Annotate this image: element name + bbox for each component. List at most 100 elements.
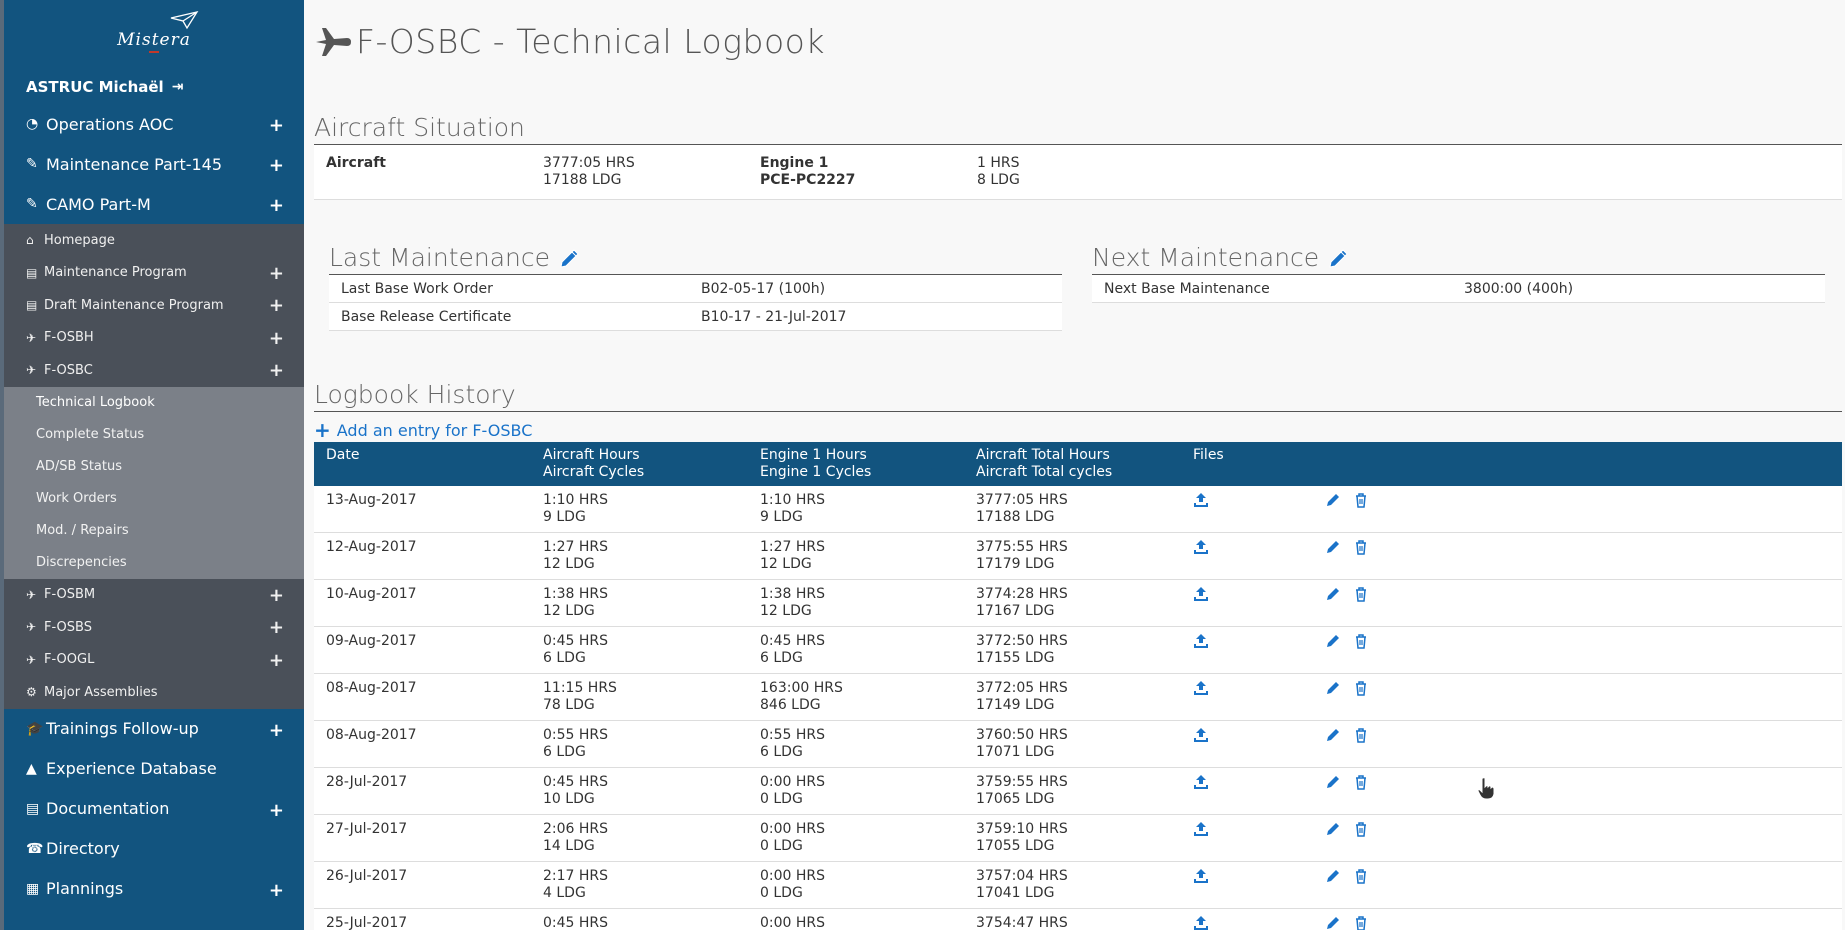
camo-submenu: ⌂ Homepage ▤ Maintenance Program + ▤ Draft Mai…	[4, 224, 304, 709]
upload-icon[interactable]	[1193, 727, 1209, 748]
maintenance-value: B02-05-17 (100h)	[701, 280, 826, 297]
cell-files	[1181, 579, 1313, 627]
upload-icon[interactable]	[1193, 915, 1209, 930]
aircraft-menu-item-complete-status[interactable]: Complete Status	[4, 419, 304, 451]
pencil-icon[interactable]	[1325, 633, 1341, 654]
aircraft-hours: 3777:05 HRS	[543, 155, 635, 171]
submenu-item-f-osbs[interactable]: ✈ F-OSBS +	[4, 611, 304, 644]
expand-icon[interactable]: +	[269, 619, 284, 637]
page-title: F-OSBC - Technical Logbook	[314, 22, 825, 61]
cell-engine: 0:45 HRS 6 LDG	[748, 626, 964, 674]
expand-icon[interactable]: +	[269, 801, 284, 820]
aircraft-menu-item-work-orders[interactable]: Work Orders	[4, 483, 304, 515]
cell-date: 26-Jul-2017	[314, 861, 531, 909]
expand-icon[interactable]: +	[269, 264, 284, 283]
engine-ldg: 8 LDG	[977, 172, 1020, 188]
expand-icon[interactable]: +	[269, 117, 284, 135]
expand-icon[interactable]: +	[269, 157, 284, 175]
sidebar-item-experience-database[interactable]: ▲ Experience Database	[4, 749, 304, 789]
pencil-icon[interactable]	[1325, 821, 1341, 842]
submenu-item-label: F-OSBC	[44, 362, 93, 378]
sidebar-item-camo-part-m[interactable]: ✎ CAMO Part-M +	[4, 184, 304, 224]
pencil-icon[interactable]	[558, 246, 582, 270]
trash-icon[interactable]	[1353, 868, 1369, 889]
pencil-icon[interactable]	[1325, 915, 1341, 930]
sidebar-item-documentation[interactable]: ▤ Documentation +	[4, 789, 304, 829]
upload-icon[interactable]	[1193, 492, 1209, 513]
pencil-icon[interactable]	[1325, 868, 1341, 889]
next-maintenance-title-text: Next Maintenance	[1092, 243, 1320, 272]
pencil-icon[interactable]	[1325, 680, 1341, 701]
logout-icon[interactable]: ⇥	[172, 79, 184, 95]
user-profile[interactable]: ASTRUC Michaël ⇥	[4, 70, 304, 104]
next-maintenance: Next Maintenance Next Base Maintenance 38…	[1092, 243, 1825, 303]
submenu-item-draft-maintenance-program[interactable]: ▤ Draft Maintenance Program +	[4, 289, 304, 322]
add-entry-link[interactable]: + Add an entry for F-OSBC	[314, 418, 1842, 442]
trash-icon[interactable]	[1353, 680, 1369, 701]
trash-icon[interactable]	[1353, 539, 1369, 560]
cell-actions	[1313, 814, 1842, 862]
pencil-icon[interactable]	[1325, 492, 1341, 513]
pencil-icon[interactable]	[1327, 246, 1351, 270]
submenu-item-homepage[interactable]: ⌂ Homepage	[4, 224, 304, 257]
aircraft-ldg: 17188 LDG	[543, 172, 622, 188]
submenu-item-f-osbm[interactable]: ✈ F-OSBM +	[4, 579, 304, 612]
expand-icon[interactable]: +	[269, 721, 284, 740]
trash-icon[interactable]	[1353, 915, 1369, 930]
sidebar-item-maintenance-part-145[interactable]: ✎ Maintenance Part-145 +	[4, 144, 304, 184]
pencil-icon[interactable]	[1325, 774, 1341, 795]
aircraft-menu-item-discrepencies[interactable]: Discrepencies	[4, 547, 304, 579]
expand-icon[interactable]: +	[269, 586, 284, 605]
table-row: 08-Aug-2017 0:55 HRS 6 LDG 0:55 HRS 6 LDG 376…	[314, 720, 1842, 768]
cell-date: 25-Jul-2017	[314, 908, 531, 930]
upload-icon[interactable]	[1193, 680, 1209, 701]
upload-icon[interactable]	[1193, 868, 1209, 889]
upload-icon[interactable]	[1193, 633, 1209, 654]
expand-icon[interactable]: +	[269, 362, 284, 380]
upload-icon[interactable]	[1193, 774, 1209, 795]
logo[interactable]: Mistera	[4, 0, 304, 70]
graduation-icon: 🎓	[26, 720, 44, 737]
expand-icon[interactable]: +	[269, 651, 284, 670]
sidebar-item-directory[interactable]: ☎ Directory	[4, 829, 304, 869]
trash-icon[interactable]	[1353, 821, 1369, 842]
expand-icon[interactable]: +	[269, 329, 284, 348]
gears-icon: ⚙	[26, 685, 37, 700]
submenu-item-f-osbc[interactable]: ✈ F-OSBC +	[4, 354, 304, 387]
expand-icon[interactable]: +	[269, 297, 284, 315]
trash-icon[interactable]	[1353, 633, 1369, 654]
cell-actions	[1313, 579, 1842, 627]
sidebar-item-plannings[interactable]: ▦ Plannings +	[4, 869, 304, 909]
submenu-item-major-assemblies[interactable]: ⚙ Major Assemblies	[4, 676, 304, 709]
submenu-item-f-osbh[interactable]: ✈ F-OSBH +	[4, 322, 304, 355]
cell-actions	[1313, 767, 1842, 815]
upload-icon[interactable]	[1193, 821, 1209, 842]
aircraft-menu-item-ad-sb-status[interactable]: AD/SB Status	[4, 451, 304, 483]
sidebar-item-operations-aoc[interactable]: ◔ Operations AOC +	[4, 104, 304, 144]
trash-icon[interactable]	[1353, 586, 1369, 607]
plus-icon: +	[314, 418, 331, 442]
cell-total: 3772:05 HRS 17149 LDG	[964, 673, 1181, 721]
submenu-item-maintenance-program[interactable]: ▤ Maintenance Program +	[4, 257, 304, 290]
paper-plane-icon	[170, 11, 199, 30]
cell-total: 3759:55 HRS 17065 LDG	[964, 767, 1181, 815]
table-row: 08-Aug-2017 11:15 HRS 78 LDG 163:00 HRS 846 …	[314, 673, 1842, 721]
expand-icon[interactable]: +	[269, 881, 284, 900]
pencil-icon[interactable]	[1325, 539, 1341, 560]
trash-icon[interactable]	[1353, 774, 1369, 795]
aircraft-menu-item-technical-logbook[interactable]: Technical Logbook	[4, 387, 304, 419]
cell-actions	[1313, 626, 1842, 674]
aircraft-menu-item-mod-repairs[interactable]: Mod. / Repairs	[4, 515, 304, 547]
upload-icon[interactable]	[1193, 539, 1209, 560]
cell-engine: 0:55 HRS 6 LDG	[748, 720, 964, 768]
main-content: F-OSBC - Technical Logbook Aircraft Situ…	[304, 0, 1845, 930]
upload-icon[interactable]	[1193, 586, 1209, 607]
expand-icon[interactable]: +	[269, 197, 284, 215]
submenu-item-f-oogl[interactable]: ✈ F-OOGL +	[4, 644, 304, 677]
pencil-icon[interactable]	[1325, 727, 1341, 748]
trash-icon[interactable]	[1353, 492, 1369, 513]
sidebar-item-trainings-follow-up[interactable]: 🎓 Trainings Follow-up +	[4, 709, 304, 749]
pencil-icon[interactable]	[1325, 586, 1341, 607]
trash-icon[interactable]	[1353, 727, 1369, 748]
cell-files	[1181, 532, 1313, 580]
